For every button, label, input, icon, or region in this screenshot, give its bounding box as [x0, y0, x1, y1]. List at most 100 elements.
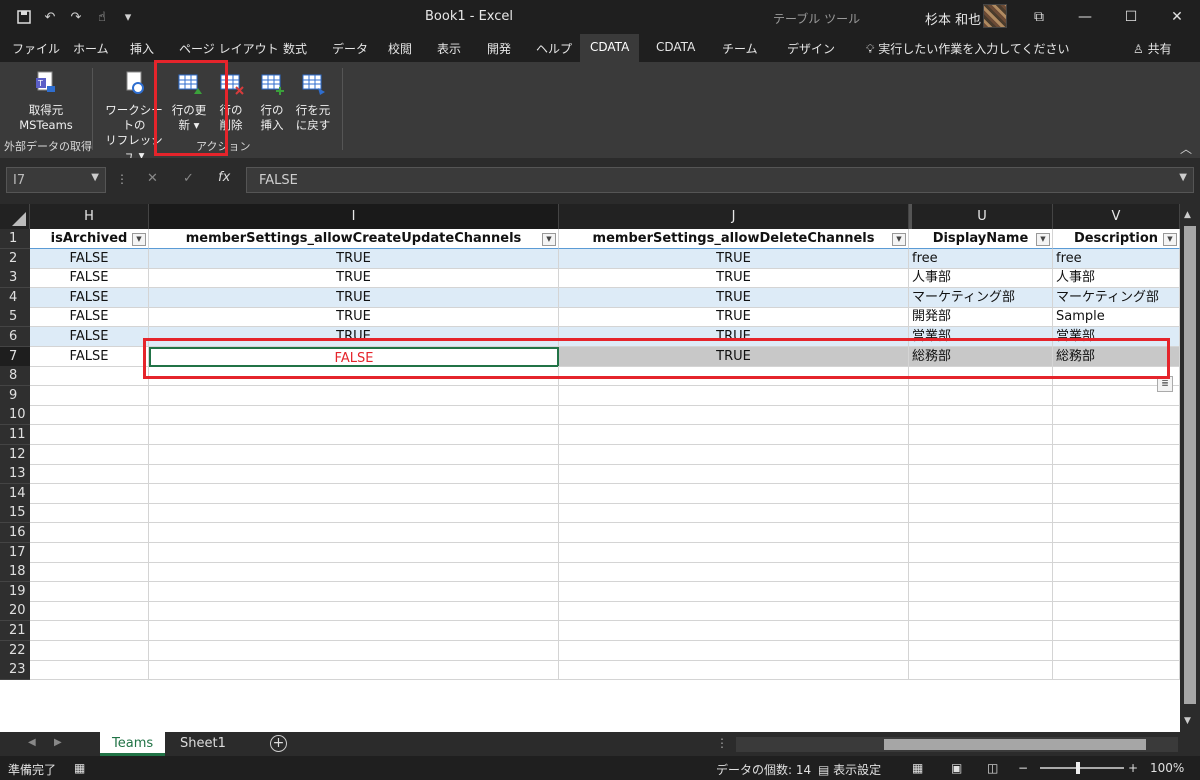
empty-cell[interactable] [1053, 562, 1180, 583]
empty-cell[interactable] [909, 562, 1053, 583]
empty-cell[interactable] [30, 464, 149, 485]
empty-cell[interactable] [909, 483, 1053, 504]
empty-cell[interactable] [1053, 542, 1180, 563]
scroll-down-icon[interactable]: ▼ [1184, 716, 1191, 726]
row-header[interactable]: 6 [0, 327, 30, 347]
row-header[interactable]: 7 [0, 346, 30, 367]
table-cell[interactable]: FALSE [30, 346, 149, 367]
filter-dropdown-icon[interactable]: ▼ [1036, 233, 1050, 246]
empty-cell[interactable] [909, 464, 1053, 485]
table-cell[interactable]: free [1053, 248, 1180, 269]
horizontal-scrollbar[interactable] [736, 737, 1178, 752]
empty-cell[interactable] [149, 385, 559, 406]
empty-cell[interactable] [30, 542, 149, 563]
column-header-h[interactable]: H [30, 204, 149, 229]
table-cell[interactable]: FALSE [30, 307, 149, 328]
worksheet-grid[interactable]: H I J U V 1 isArchived ▼ memberSettings_all… [0, 204, 1200, 732]
add-sheet-icon[interactable]: + [270, 735, 287, 752]
get-source-button[interactable]: T 取得元 MSTeams [10, 70, 82, 133]
table-cell[interactable]: FALSE [30, 287, 149, 308]
row-header[interactable]: 13 [0, 464, 30, 485]
empty-cell[interactable] [149, 503, 559, 524]
table-cell[interactable]: TRUE [149, 307, 559, 328]
zoom-level[interactable]: 100% [1150, 761, 1184, 775]
empty-cell[interactable] [909, 385, 1053, 406]
table-cell[interactable]: FALSE [30, 268, 149, 289]
column-header-i[interactable]: I [149, 204, 559, 229]
empty-cell[interactable] [909, 444, 1053, 465]
tab-help[interactable]: ヘルプ [536, 40, 572, 57]
more-options-icon[interactable]: ⋮ [116, 172, 128, 186]
sheet-tab-sheet1[interactable]: Sheet1 [168, 732, 238, 756]
enter-icon[interactable]: ✓ [183, 171, 194, 186]
row-header[interactable]: 11 [0, 425, 30, 445]
table-cell[interactable]: FALSE [30, 327, 149, 347]
empty-cell[interactable] [1053, 405, 1180, 426]
empty-cell[interactable] [30, 621, 149, 641]
empty-cell[interactable] [559, 542, 909, 563]
empty-cell[interactable] [909, 660, 1053, 681]
row-header[interactable]: 21 [0, 621, 30, 641]
formula-input[interactable]: FALSE ▼ [246, 167, 1194, 193]
empty-cell[interactable] [559, 621, 909, 641]
table-header-j[interactable]: memberSettings_allowDeleteChannels ▼ [559, 229, 909, 249]
empty-cell[interactable] [30, 483, 149, 504]
table-cell[interactable]: free [909, 248, 1053, 269]
tab-split-handle-icon[interactable]: ⋮ [716, 736, 728, 750]
empty-cell[interactable] [909, 503, 1053, 524]
filter-dropdown-icon[interactable]: ▼ [1163, 233, 1177, 246]
touch-mode-icon[interactable]: ☝ [94, 9, 110, 25]
empty-cell[interactable] [1053, 503, 1180, 524]
tab-view[interactable]: 表示 [437, 40, 461, 57]
tab-team[interactable]: チーム [722, 40, 758, 57]
empty-cell[interactable] [559, 562, 909, 583]
row-header[interactable]: 10 [0, 405, 30, 426]
undo-icon[interactable]: ↶ [42, 9, 58, 25]
empty-cell[interactable] [559, 444, 909, 465]
empty-cell[interactable] [1053, 464, 1180, 485]
table-cell[interactable]: TRUE [559, 307, 909, 328]
empty-cell[interactable] [30, 562, 149, 583]
empty-cell[interactable] [559, 523, 909, 543]
cancel-icon[interactable]: ✕ [147, 171, 158, 186]
table-cell[interactable]: Sample [1053, 307, 1180, 328]
row-header[interactable]: 2 [0, 248, 30, 269]
table-header-v[interactable]: Description ▼ [1053, 229, 1180, 249]
empty-cell[interactable] [909, 621, 1053, 641]
row-header[interactable]: 8 [0, 366, 30, 387]
empty-cell[interactable] [149, 660, 559, 681]
customize-qa-icon[interactable]: ▾ [120, 9, 136, 25]
empty-cell[interactable] [149, 581, 559, 602]
empty-cell[interactable] [1053, 523, 1180, 543]
empty-cell[interactable] [559, 660, 909, 681]
empty-cell[interactable] [909, 601, 1053, 622]
scroll-up-icon[interactable]: ▲ [1184, 210, 1191, 220]
save-icon[interactable] [16, 9, 32, 25]
table-cell[interactable]: TRUE [559, 287, 909, 308]
empty-cell[interactable] [909, 581, 1053, 602]
insert-row-button[interactable]: 行の 挿入 [252, 70, 292, 133]
table-cell[interactable]: TRUE [559, 268, 909, 289]
scroll-thumb[interactable] [1184, 226, 1196, 704]
table-cell[interactable]: マーケティング部 [909, 287, 1053, 308]
minimize-icon[interactable]: — [1062, 0, 1108, 34]
empty-cell[interactable] [1053, 581, 1180, 602]
zoom-out-icon[interactable]: − [1018, 761, 1028, 775]
empty-cell[interactable] [1053, 621, 1180, 641]
filter-dropdown-icon[interactable]: ▼ [542, 233, 556, 246]
table-cell[interactable]: TRUE [149, 268, 559, 289]
hscroll-thumb[interactable] [884, 739, 1146, 750]
empty-cell[interactable] [1053, 640, 1180, 661]
row-header[interactable]: 5 [0, 307, 30, 328]
empty-cell[interactable] [1053, 601, 1180, 622]
next-sheet-icon[interactable]: ▶ [54, 737, 62, 748]
column-header-u[interactable]: U [909, 204, 1053, 229]
zoom-slider-thumb[interactable] [1076, 762, 1080, 774]
empty-cell[interactable] [30, 523, 149, 543]
empty-cell[interactable] [1053, 483, 1180, 504]
macro-record-icon[interactable]: ▦ [74, 761, 85, 775]
empty-cell[interactable] [30, 405, 149, 426]
table-cell[interactable]: マーケティング部 [1053, 287, 1180, 308]
empty-cell[interactable] [559, 385, 909, 406]
empty-cell[interactable] [30, 425, 149, 445]
